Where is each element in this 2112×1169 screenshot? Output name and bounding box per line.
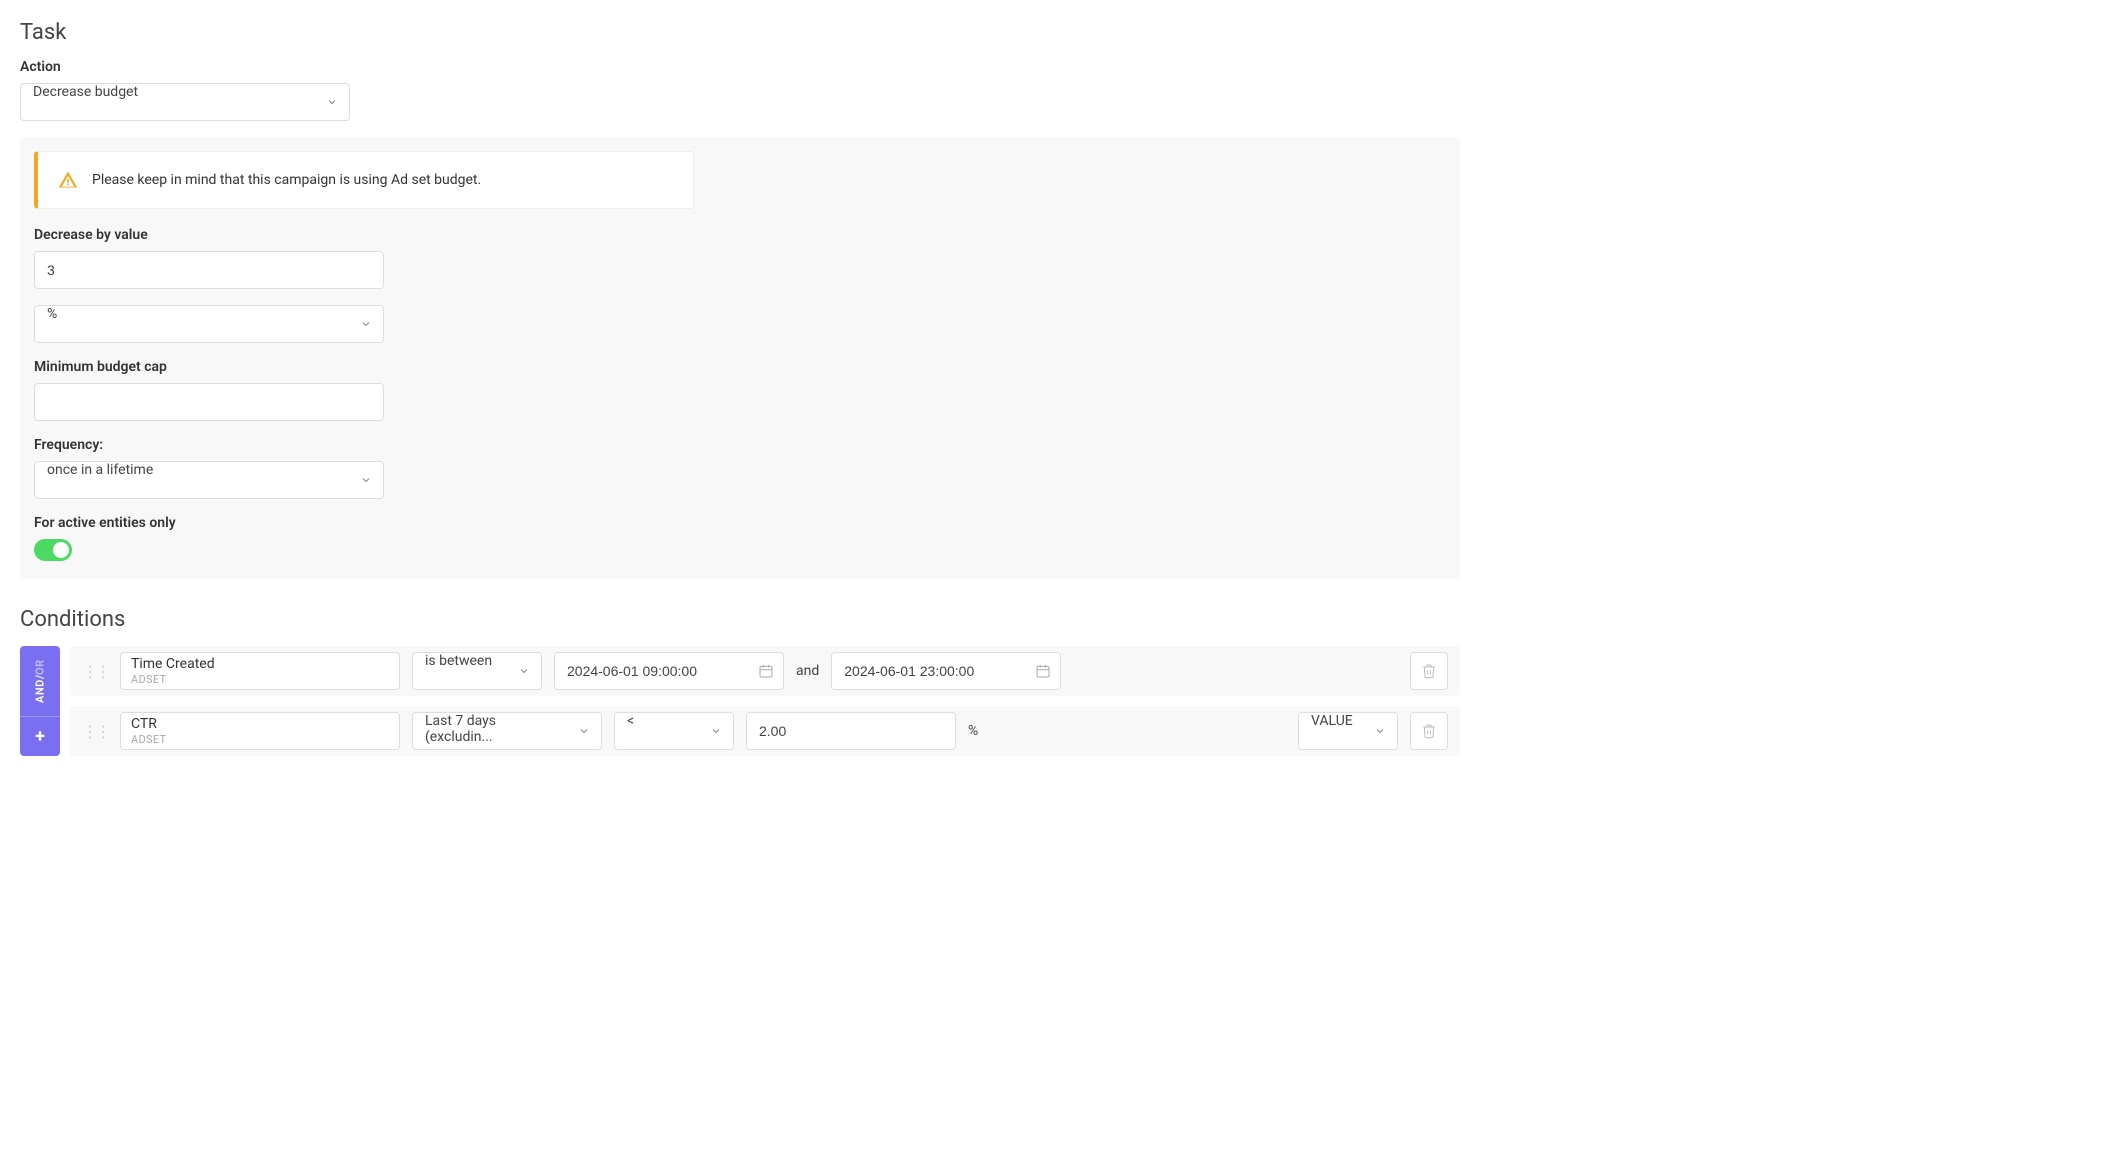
condition-row: ⋮⋮ Time Created ADSET is between and <box>70 646 1460 696</box>
frequency-label: Frequency: <box>34 437 1446 453</box>
operator-select[interactable]: < <box>614 712 734 750</box>
drag-handle-icon[interactable]: ⋮⋮ <box>82 722 108 741</box>
task-title: Task <box>20 20 1460 45</box>
decrease-value-input[interactable] <box>34 251 384 289</box>
threshold-input[interactable] <box>746 712 956 750</box>
conditions-title: Conditions <box>20 607 1460 632</box>
between-join: and <box>796 663 819 679</box>
drag-handle-icon[interactable]: ⋮⋮ <box>82 662 108 681</box>
logic-toggle[interactable]: AND / OR <box>20 646 60 716</box>
timeframe-select[interactable]: Last 7 days (excludin... <box>412 712 602 750</box>
warning-icon <box>58 170 78 190</box>
condition-row: ⋮⋮ CTR ADSET Last 7 days (excludin... < <box>70 706 1460 756</box>
logic-or: OR <box>34 659 47 675</box>
date-to-input[interactable] <box>831 652 1061 690</box>
logic-and: AND <box>34 679 47 703</box>
decrease-unit-select[interactable]: % <box>34 305 384 343</box>
metric-name: CTR <box>131 716 389 733</box>
delete-condition-button[interactable] <box>1410 652 1448 690</box>
logic-sep: / <box>34 675 47 680</box>
active-only-toggle[interactable] <box>34 539 72 561</box>
metric-name: Time Created <box>131 656 389 673</box>
metric-scope: ADSET <box>131 733 389 746</box>
compare-select[interactable]: VALUE <box>1298 712 1398 750</box>
trash-icon <box>1421 723 1437 739</box>
metric-scope: ADSET <box>131 673 389 686</box>
active-only-label: For active entities only <box>34 515 1446 531</box>
frequency-select[interactable]: once in a lifetime <box>34 461 384 499</box>
delete-condition-button[interactable] <box>1410 712 1448 750</box>
metric-select[interactable]: CTR ADSET <box>120 712 400 750</box>
decrease-label: Decrease by value <box>34 227 1446 243</box>
action-label: Action <box>20 59 1460 75</box>
trash-icon <box>1421 663 1437 679</box>
mincap-label: Minimum budget cap <box>34 359 1446 375</box>
date-from-input[interactable] <box>554 652 784 690</box>
alert-text: Please keep in mind that this campaign i… <box>92 172 481 188</box>
budget-alert: Please keep in mind that this campaign i… <box>34 151 694 209</box>
task-config-panel: Please keep in mind that this campaign i… <box>20 137 1460 579</box>
mincap-input[interactable] <box>34 383 384 421</box>
unit-label: % <box>968 723 978 739</box>
add-condition-button[interactable]: + <box>20 716 60 756</box>
operator-select[interactable]: is between <box>412 652 542 690</box>
metric-select[interactable]: Time Created ADSET <box>120 652 400 690</box>
action-select[interactable]: Decrease budget <box>20 83 350 121</box>
